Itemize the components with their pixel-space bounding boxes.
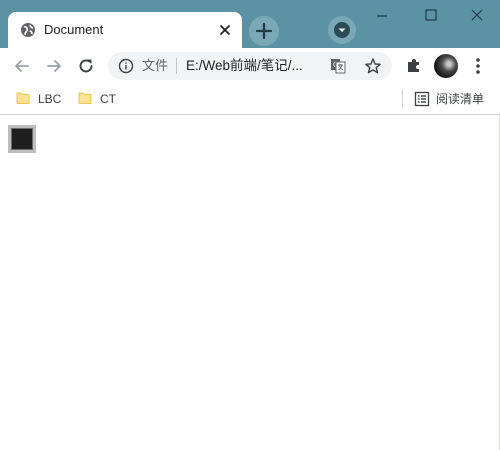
- reading-list-button[interactable]: 阅读清单: [414, 90, 494, 108]
- bookmark-label: CT: [100, 92, 116, 106]
- puzzle-icon[interactable]: [404, 56, 424, 76]
- bookmark-lbc[interactable]: LBC: [16, 90, 66, 108]
- plus-icon: [255, 22, 273, 40]
- chevron-down-icon: [334, 22, 350, 38]
- bookmarks-bar: LBC CT 阅读清单: [0, 84, 500, 115]
- omnibox-divider: [176, 58, 177, 74]
- close-icon[interactable]: [216, 21, 234, 39]
- avatar[interactable]: [434, 54, 458, 78]
- star-icon[interactable]: [364, 57, 382, 75]
- tab-document[interactable]: Document: [8, 12, 242, 48]
- url-text[interactable]: E:/Web前端/笔记/...: [186, 58, 303, 74]
- maximize-icon[interactable]: [419, 6, 443, 26]
- bookmarks-divider: [402, 90, 403, 108]
- minimize-icon[interactable]: [370, 6, 394, 26]
- title-bar: Document: [0, 0, 500, 48]
- reading-list-label: 阅读清单: [436, 92, 485, 106]
- browser-window: Document 文件 E:/Web前端/笔记/... LBC CT 阅读清单: [0, 0, 500, 450]
- address-bar[interactable]: 文件 E:/Web前端/笔记/... G: [108, 52, 392, 80]
- bookmark-label: LBC: [38, 92, 62, 106]
- bookmark-ct[interactable]: CT: [78, 90, 118, 108]
- globe-icon: [21, 23, 35, 37]
- url-scheme-label: 文件: [142, 58, 169, 73]
- forward-arrow-icon[interactable]: [44, 56, 64, 76]
- page-content: [0, 115, 500, 450]
- tab-search-button[interactable]: [328, 16, 356, 44]
- toolbar: 文件 E:/Web前端/笔记/... G: [0, 48, 500, 84]
- back-arrow-icon[interactable]: [12, 56, 32, 76]
- reading-list-icon: [414, 91, 430, 107]
- info-icon[interactable]: [118, 58, 134, 74]
- tab-title: Document: [44, 22, 104, 37]
- window-close-icon[interactable]: [465, 6, 489, 26]
- folder-icon: [16, 92, 30, 104]
- new-tab-button[interactable]: [249, 16, 279, 46]
- reload-icon[interactable]: [76, 56, 96, 76]
- folder-icon: [78, 92, 92, 104]
- more-vert-icon[interactable]: [470, 56, 486, 76]
- page-box-element: [8, 125, 36, 153]
- translate-icon[interactable]: G: [330, 58, 346, 74]
